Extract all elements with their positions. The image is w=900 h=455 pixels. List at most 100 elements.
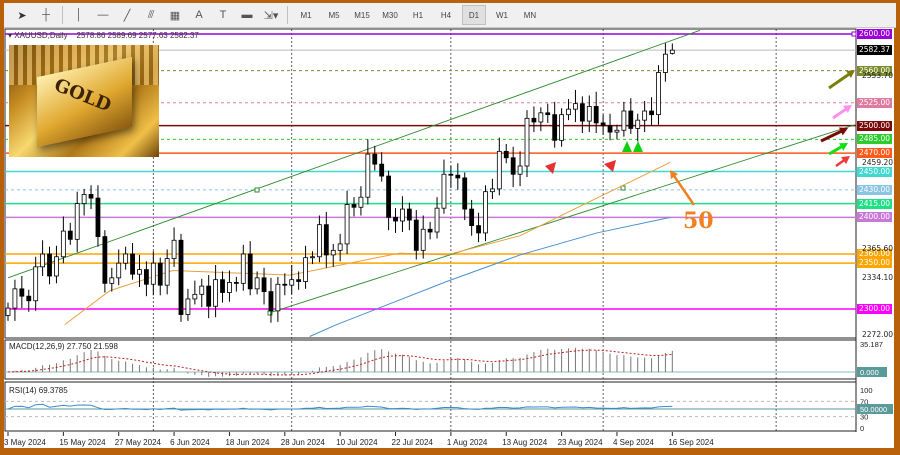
candle-bull xyxy=(483,191,488,234)
candle-bull xyxy=(310,256,315,259)
candle-bear xyxy=(469,208,475,226)
candle-bull xyxy=(164,258,170,286)
level-price-label: 2485.00 xyxy=(857,134,893,145)
candle-bear xyxy=(220,279,225,293)
price-axis-tick: 2334.10 xyxy=(862,272,894,282)
candle-bear xyxy=(455,174,461,179)
candle-bear xyxy=(393,216,398,222)
candle-bull xyxy=(192,293,198,300)
candle-bear xyxy=(130,253,135,275)
date-label: 4 Sep 2024 xyxy=(612,438,654,447)
candle-bear xyxy=(600,122,606,127)
macd-axis-top: 35.187 xyxy=(860,340,883,349)
macd-axis-zero: 0.000 xyxy=(860,368,879,377)
candle-bull xyxy=(489,188,495,193)
level-price-label: 2430.00 xyxy=(857,184,893,195)
candle-bull xyxy=(642,110,648,121)
candle-bull xyxy=(137,269,142,275)
candle-bear xyxy=(649,110,654,116)
rsi-axis-tick: 100 xyxy=(860,386,873,395)
level-price-label: 2300.00 xyxy=(857,304,893,314)
candle-bull xyxy=(669,49,675,54)
rsi-axis-tick: 0 xyxy=(860,424,864,433)
candle-bull xyxy=(171,239,177,259)
level-price-label: 2350.00 xyxy=(857,258,893,269)
date-label: 16 Sep 2024 xyxy=(668,438,714,447)
candle-bull xyxy=(240,253,246,284)
candle-bull xyxy=(420,228,426,251)
candle-bull xyxy=(150,262,156,285)
candle-bull xyxy=(365,153,371,198)
candle-bull xyxy=(40,253,45,268)
date-label: 13 Aug 2024 xyxy=(502,438,548,447)
candle-bear xyxy=(323,224,329,256)
candle-bull xyxy=(517,165,523,175)
candle-bear xyxy=(628,110,634,129)
candle-bull xyxy=(337,243,343,251)
date-label: 27 May 2024 xyxy=(114,438,161,447)
chart-header: ▾ XAUUSD,Daily 2578.86 2589.69 2577.63 2… xyxy=(8,31,199,40)
price-axis-tick: 2553.70 xyxy=(862,71,894,81)
candle-bear xyxy=(462,177,468,210)
price-axis-tick: 2272.00 xyxy=(862,329,894,339)
candle-bear xyxy=(206,285,212,307)
price-axis-tick: 2459.20 xyxy=(862,158,894,168)
date-label: 6 Jun 2024 xyxy=(170,438,210,447)
price-axis-tick: 2365.60 xyxy=(862,243,894,253)
candle-bear xyxy=(67,230,73,240)
candle-bear xyxy=(503,150,509,159)
candle-bull xyxy=(330,249,336,256)
date-label: 23 Aug 2024 xyxy=(557,438,603,447)
candle-bear xyxy=(261,277,267,292)
rsi-panel-frame xyxy=(4,381,857,432)
candle-bull xyxy=(227,282,232,293)
level-price-label: 2582.37 xyxy=(857,45,893,56)
candle-bull xyxy=(614,129,620,133)
candle-bull xyxy=(621,110,627,131)
level-price-label: 2400.00 xyxy=(857,212,893,223)
candle-bull xyxy=(358,196,364,208)
candle-bear xyxy=(386,175,392,218)
candle-bear xyxy=(19,288,25,297)
candle-bear xyxy=(47,253,52,277)
trendline-handle xyxy=(254,187,260,193)
candle-bull xyxy=(12,288,18,309)
candle-bull xyxy=(5,307,11,316)
candle-bear xyxy=(552,114,558,141)
candle-bull xyxy=(316,224,322,258)
candle-bull xyxy=(254,277,260,290)
candle-bear xyxy=(247,253,253,290)
candle-bull xyxy=(344,204,350,245)
candle-bull xyxy=(656,72,661,116)
candle-bear xyxy=(413,219,419,251)
candle-bear xyxy=(95,197,101,237)
candle-bull xyxy=(123,253,129,264)
level-price-label: 2525.00 xyxy=(857,97,893,108)
candle-bull xyxy=(54,256,59,277)
candle-bull xyxy=(33,266,39,302)
level-price-label: 2500.00 xyxy=(857,120,893,131)
candle-bull xyxy=(81,194,87,204)
candle-bear xyxy=(427,228,433,233)
candle-bull xyxy=(586,106,592,122)
macd-panel-frame xyxy=(4,339,857,380)
candle-bull xyxy=(60,230,66,258)
candle-bear xyxy=(406,208,412,221)
candle-bear xyxy=(476,225,481,234)
date-label: 22 Jul 2024 xyxy=(391,438,433,447)
candle-bear xyxy=(510,157,516,175)
candle-bear xyxy=(379,163,385,177)
level-price-label: 2450.00 xyxy=(857,166,893,177)
candle-bull xyxy=(496,150,502,190)
candle-bull xyxy=(663,53,668,73)
rsi-axis-tick: 30 xyxy=(860,413,868,422)
candle-bull xyxy=(185,298,191,315)
date-label: 28 Jun 2024 xyxy=(280,438,325,447)
candle-bull xyxy=(635,119,641,129)
candle-bear xyxy=(593,106,599,124)
candle-bear xyxy=(448,173,454,176)
candle-bull xyxy=(199,285,205,295)
date-label: 18 Jun 2024 xyxy=(225,438,270,447)
gold-bar-image: GOLD xyxy=(9,45,159,157)
level-handle xyxy=(851,31,857,37)
